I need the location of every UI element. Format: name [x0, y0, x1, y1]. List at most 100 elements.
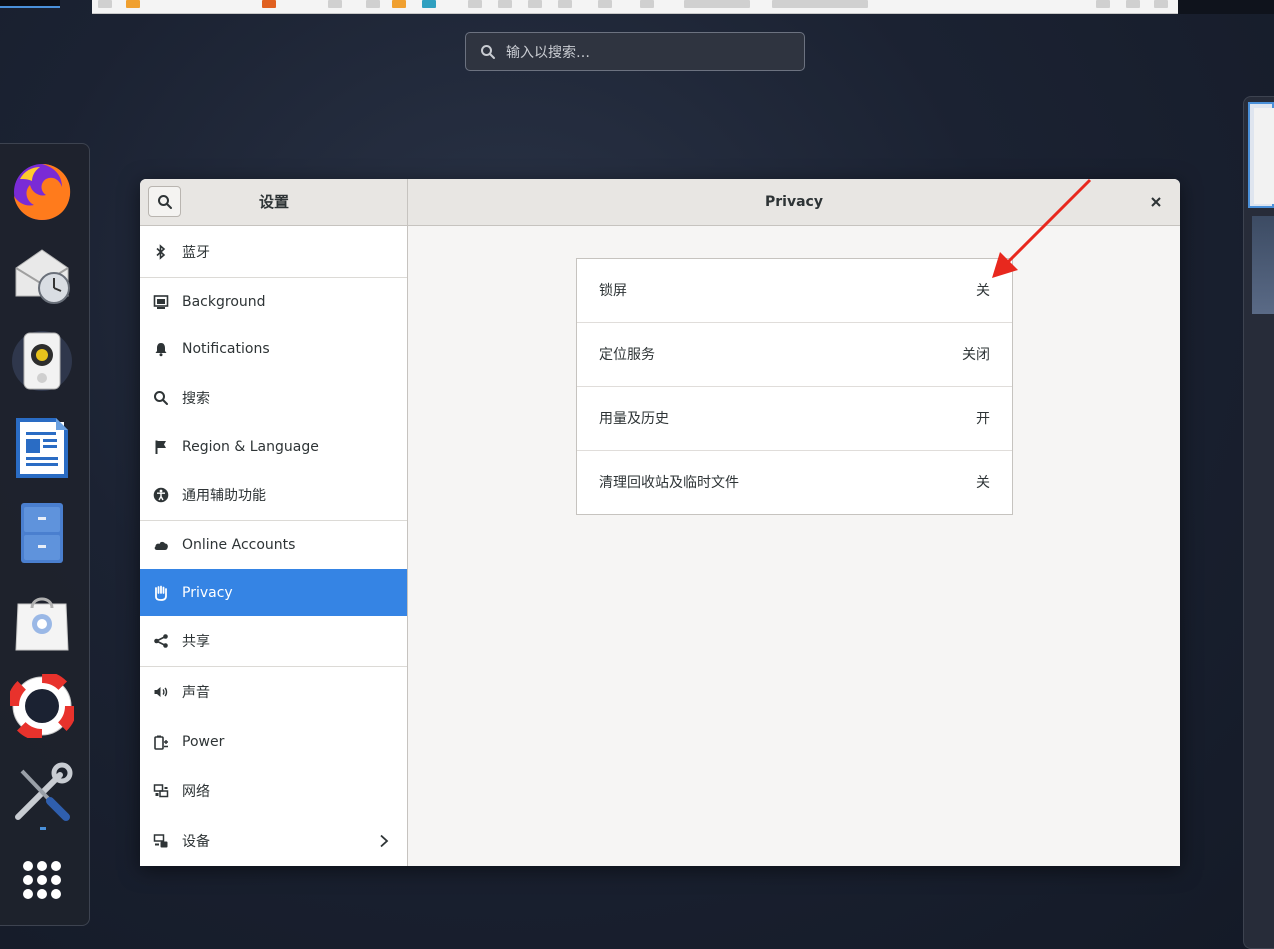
background-app-label [0, 0, 60, 8]
toolbar-icon [498, 0, 512, 8]
overview-search-placeholder: 输入以搜索… [506, 44, 590, 61]
sidebar-item-label: 声音 [182, 685, 210, 701]
privacy-row-usage-history[interactable]: 用量及历史 开 [577, 387, 1012, 451]
background-icon [153, 294, 169, 309]
files-icon[interactable] [10, 501, 74, 565]
workspace-thumbnail-1[interactable] [1248, 102, 1274, 208]
workspace-thumbnail-2[interactable] [1252, 216, 1274, 314]
background-app-toolbar [0, 0, 1274, 14]
search-icon [154, 391, 168, 405]
sidebar-item-search[interactable]: 搜索 [140, 373, 407, 423]
sidebar-item-network[interactable]: 网络 [140, 766, 407, 816]
privacy-row-purge-trash[interactable]: 清理回收站及临时文件 关 [577, 451, 1012, 515]
sidebar-item-label: 通用辅助功能 [182, 488, 266, 504]
row-value: 关 [976, 283, 990, 299]
sidebar-item-power[interactable]: Power [140, 717, 407, 766]
headerbar-sidebar-section: 设置 [140, 179, 408, 225]
toolbar-icon [328, 0, 342, 8]
headerbar: 设置 Privacy [140, 179, 1180, 226]
row-label: 定位服务 [599, 347, 655, 363]
network-icon [153, 784, 169, 798]
row-value: 关 [976, 475, 990, 491]
sidebar-item-privacy[interactable]: Privacy [140, 569, 407, 616]
sidebar-item-label: 设备 [182, 834, 210, 850]
libreoffice-writer-icon[interactable] [10, 416, 74, 480]
show-apps-icon[interactable] [10, 848, 74, 912]
privacy-settings-list: 锁屏 关 定位服务 关闭 用量及历史 开 清理回收站及临时文件 关 [576, 258, 1013, 515]
dash-dock [0, 143, 90, 926]
sidebar-item-label: Privacy [182, 584, 233, 601]
sidebar-item-devices[interactable]: 设备 [140, 816, 407, 866]
sidebar-item-sound[interactable]: 声音 [140, 667, 407, 717]
toolbar-icon [598, 0, 612, 8]
toolbar-icon [98, 0, 112, 8]
cloud-icon [154, 541, 168, 550]
page-title: Privacy [765, 194, 823, 210]
chevron-right-icon [380, 834, 389, 848]
privacy-row-screen-lock[interactable]: 锁屏 关 [577, 259, 1012, 323]
sidebar-item-label: 网络 [182, 784, 210, 800]
toolbar-icon [468, 0, 482, 8]
toolbar-field [684, 0, 750, 8]
rhythmbox-icon[interactable] [10, 329, 74, 393]
toolbar-icon [392, 0, 406, 8]
sidebar-item-label: 搜索 [182, 391, 210, 407]
sidebar-item-label: Region & Language [182, 438, 319, 455]
bell-icon [155, 343, 167, 357]
toolbar-icon [1154, 0, 1168, 8]
settings-window: 设置 Privacy 蓝牙 Background Notifications 搜… [140, 179, 1180, 866]
overview-search-input[interactable]: 输入以搜索… [465, 32, 805, 71]
sidebar-item-online-accounts[interactable]: Online Accounts [140, 521, 407, 569]
background-app-toolbar-bar [92, 0, 1178, 14]
toolbar-icon [1096, 0, 1110, 8]
search-icon [157, 194, 172, 209]
close-button[interactable] [1144, 191, 1168, 213]
row-label: 用量及历史 [599, 411, 669, 427]
privacy-row-location-services[interactable]: 定位服务 关闭 [577, 323, 1012, 387]
accessibility-icon [153, 487, 169, 503]
sidebar-item-label: 共享 [182, 634, 210, 650]
toolbar-icon [1126, 0, 1140, 8]
settings-sidebar: 蓝牙 Background Notifications 搜索 Region & … [140, 226, 408, 866]
toolbar-icon [528, 0, 542, 8]
sidebar-item-label: Power [182, 733, 225, 750]
sidebar-item-accessibility[interactable]: 通用辅助功能 [140, 470, 407, 520]
toolbar-icon [366, 0, 380, 8]
devices-icon [153, 834, 168, 848]
privacy-panel: 锁屏 关 定位服务 关闭 用量及历史 开 清理回收站及临时文件 关 [408, 226, 1180, 866]
toolbar-icon [422, 0, 436, 8]
sidebar-item-label: 蓝牙 [182, 244, 210, 261]
toolbar-icon [558, 0, 572, 8]
row-value: 关闭 [962, 347, 990, 363]
bluetooth-icon [156, 243, 166, 260]
search-icon [481, 44, 495, 59]
software-icon[interactable] [10, 590, 74, 654]
speaker-icon [154, 687, 168, 697]
sidebar-item-sharing[interactable]: 共享 [140, 616, 407, 666]
sidebar-item-label: Background [182, 293, 266, 310]
sidebar-item-label: Online Accounts [182, 537, 296, 553]
toolbar-icon [126, 0, 140, 8]
running-indicator [40, 827, 46, 830]
toolbar-icon [640, 0, 654, 8]
sidebar-item-region-language[interactable]: Region & Language [140, 423, 407, 470]
toolbar-icon [262, 0, 276, 8]
power-icon [154, 735, 168, 750]
close-icon [1151, 197, 1161, 207]
flag-icon [155, 440, 166, 454]
share-icon [154, 634, 168, 648]
row-label: 锁屏 [599, 283, 627, 299]
sidebar-item-bluetooth[interactable]: 蓝牙 [140, 226, 407, 277]
sidebar-item-label: Notifications [182, 341, 270, 357]
help-icon[interactable] [7, 671, 77, 741]
sidebar-item-background[interactable]: Background [140, 278, 407, 325]
sidebar-item-notifications[interactable]: Notifications [140, 325, 407, 373]
tools-icon[interactable] [10, 761, 74, 830]
hand-icon [155, 585, 167, 601]
toolbar-field [772, 0, 868, 8]
firefox-icon[interactable] [10, 159, 74, 223]
background-app-edge [1178, 0, 1274, 14]
search-button[interactable] [148, 186, 181, 217]
evolution-mail-icon[interactable] [10, 244, 74, 308]
row-label: 清理回收站及临时文件 [599, 475, 739, 491]
